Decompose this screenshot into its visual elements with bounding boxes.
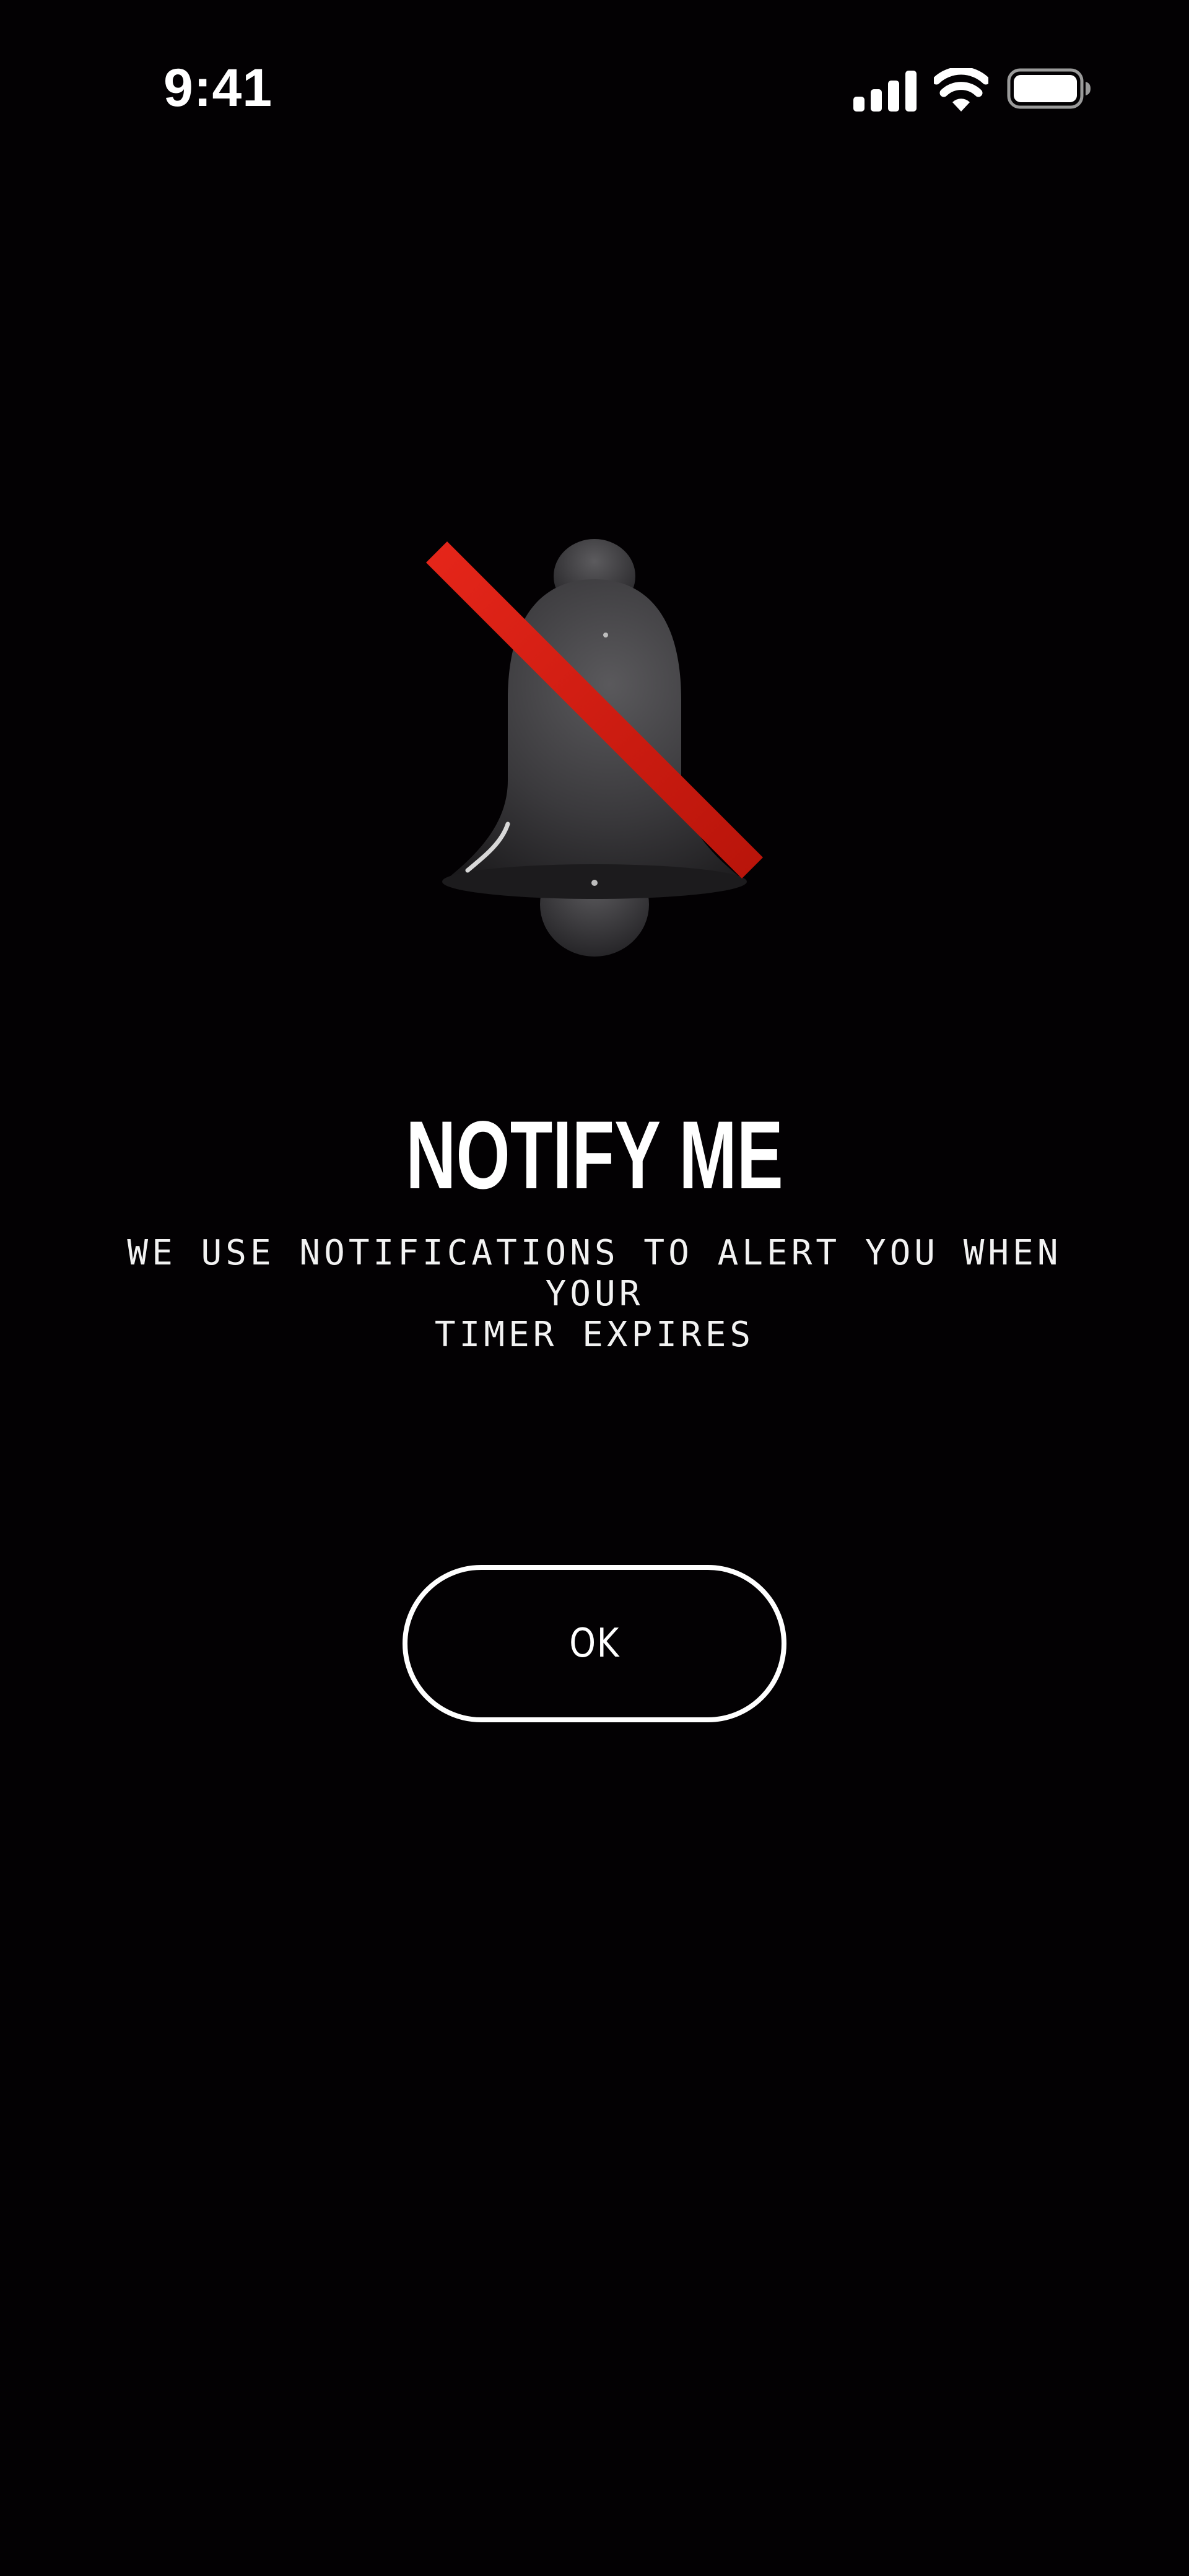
description: WE USE NOTIFICATIONS TO ALERT YOU WHEN Y… bbox=[74, 1233, 1115, 1356]
battery-icon bbox=[1007, 68, 1091, 109]
page-title: NOTIFY ME bbox=[406, 1102, 783, 1209]
status-bar: 9:41 bbox=[0, 0, 1189, 173]
status-icons bbox=[848, 64, 1096, 114]
ok-button[interactable]: OK bbox=[403, 1565, 786, 1722]
status-time: 9:41 bbox=[163, 58, 273, 118]
description-line-1: WE USE NOTIFICATIONS TO ALERT YOU WHEN Y… bbox=[127, 1233, 1062, 1314]
wifi-icon bbox=[934, 68, 988, 112]
notification-bell-disabled-icon bbox=[426, 539, 763, 957]
hero-illustration bbox=[409, 533, 780, 966]
description-line-2: TIMER EXPIRES bbox=[434, 1315, 755, 1355]
ok-button-label: OK bbox=[569, 1621, 620, 1667]
cellular-signal-icon bbox=[853, 71, 917, 112]
